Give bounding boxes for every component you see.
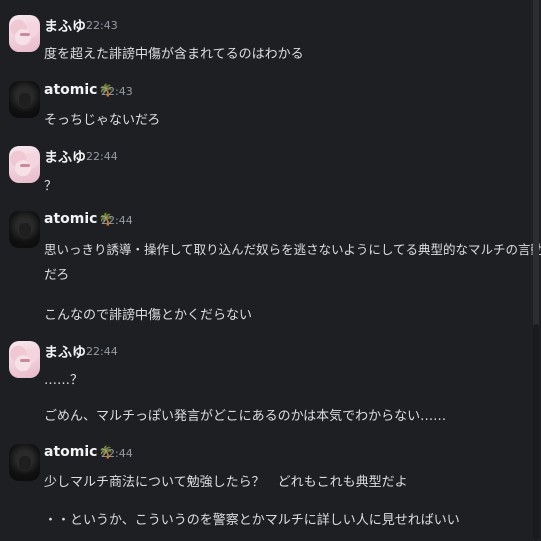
username-text: atomic: [44, 82, 98, 98]
avatar[interactable]: [9, 146, 40, 183]
timestamp: 22:43: [101, 85, 133, 98]
avatar-face-icon: [19, 93, 31, 107]
username[interactable]: まふゆ: [44, 16, 86, 36]
timestamp: 22:44: [86, 345, 118, 358]
username-text: atomic: [44, 211, 98, 227]
message-text: ？: [44, 179, 58, 194]
avatar-face-icon: [19, 223, 31, 237]
message-text: 思いっきり誘導・操作して取り込んだ奴らを逃さないようにしてる典型的なマルチの言動: [44, 242, 541, 257]
timestamp: 22:44: [101, 447, 133, 460]
message-text: そっちじゃないだろ: [44, 113, 161, 128]
username[interactable]: まふゆ: [44, 147, 86, 167]
message-text: 度を超えた誹謗中傷が含まれてるのはわかる: [44, 47, 304, 62]
message-text: ……？: [44, 373, 84, 388]
avatar[interactable]: [9, 341, 40, 378]
avatar[interactable]: [9, 444, 40, 481]
avatar[interactable]: [9, 15, 40, 52]
username-text: atomic: [44, 444, 98, 460]
message-text: ごめん、マルチっぽい発言がどこにあるのかは本気でわからない……: [44, 409, 447, 424]
message-text: だろ: [44, 268, 70, 283]
username[interactable]: まふゆ: [44, 342, 86, 362]
chat-message-list: まふゆ 22:43 度を超えた誹謗中傷が含まれてるのはわかる atomic🌴 2…: [0, 0, 541, 541]
timestamp: 22:44: [101, 214, 133, 227]
avatar-face-icon: [19, 456, 31, 470]
timestamp: 22:43: [86, 19, 118, 32]
avatar-face-icon: [20, 33, 30, 36]
avatar[interactable]: [9, 211, 40, 248]
message-text: ・・というか、こういうのを警察とかマルチに詳しい人に見せればいい: [44, 513, 460, 528]
avatar[interactable]: [9, 81, 40, 118]
message-text: こんなので誹謗中傷とかくだらない: [44, 308, 253, 323]
avatar-face-icon: [20, 164, 30, 167]
avatar-face-icon: [20, 359, 30, 362]
timestamp: 22:44: [86, 150, 118, 163]
scrollbar-thumb[interactable]: [533, 324, 539, 541]
message-text: 少しマルチ商法について勉強したら？ どれもこれも典型だよ: [44, 475, 408, 490]
